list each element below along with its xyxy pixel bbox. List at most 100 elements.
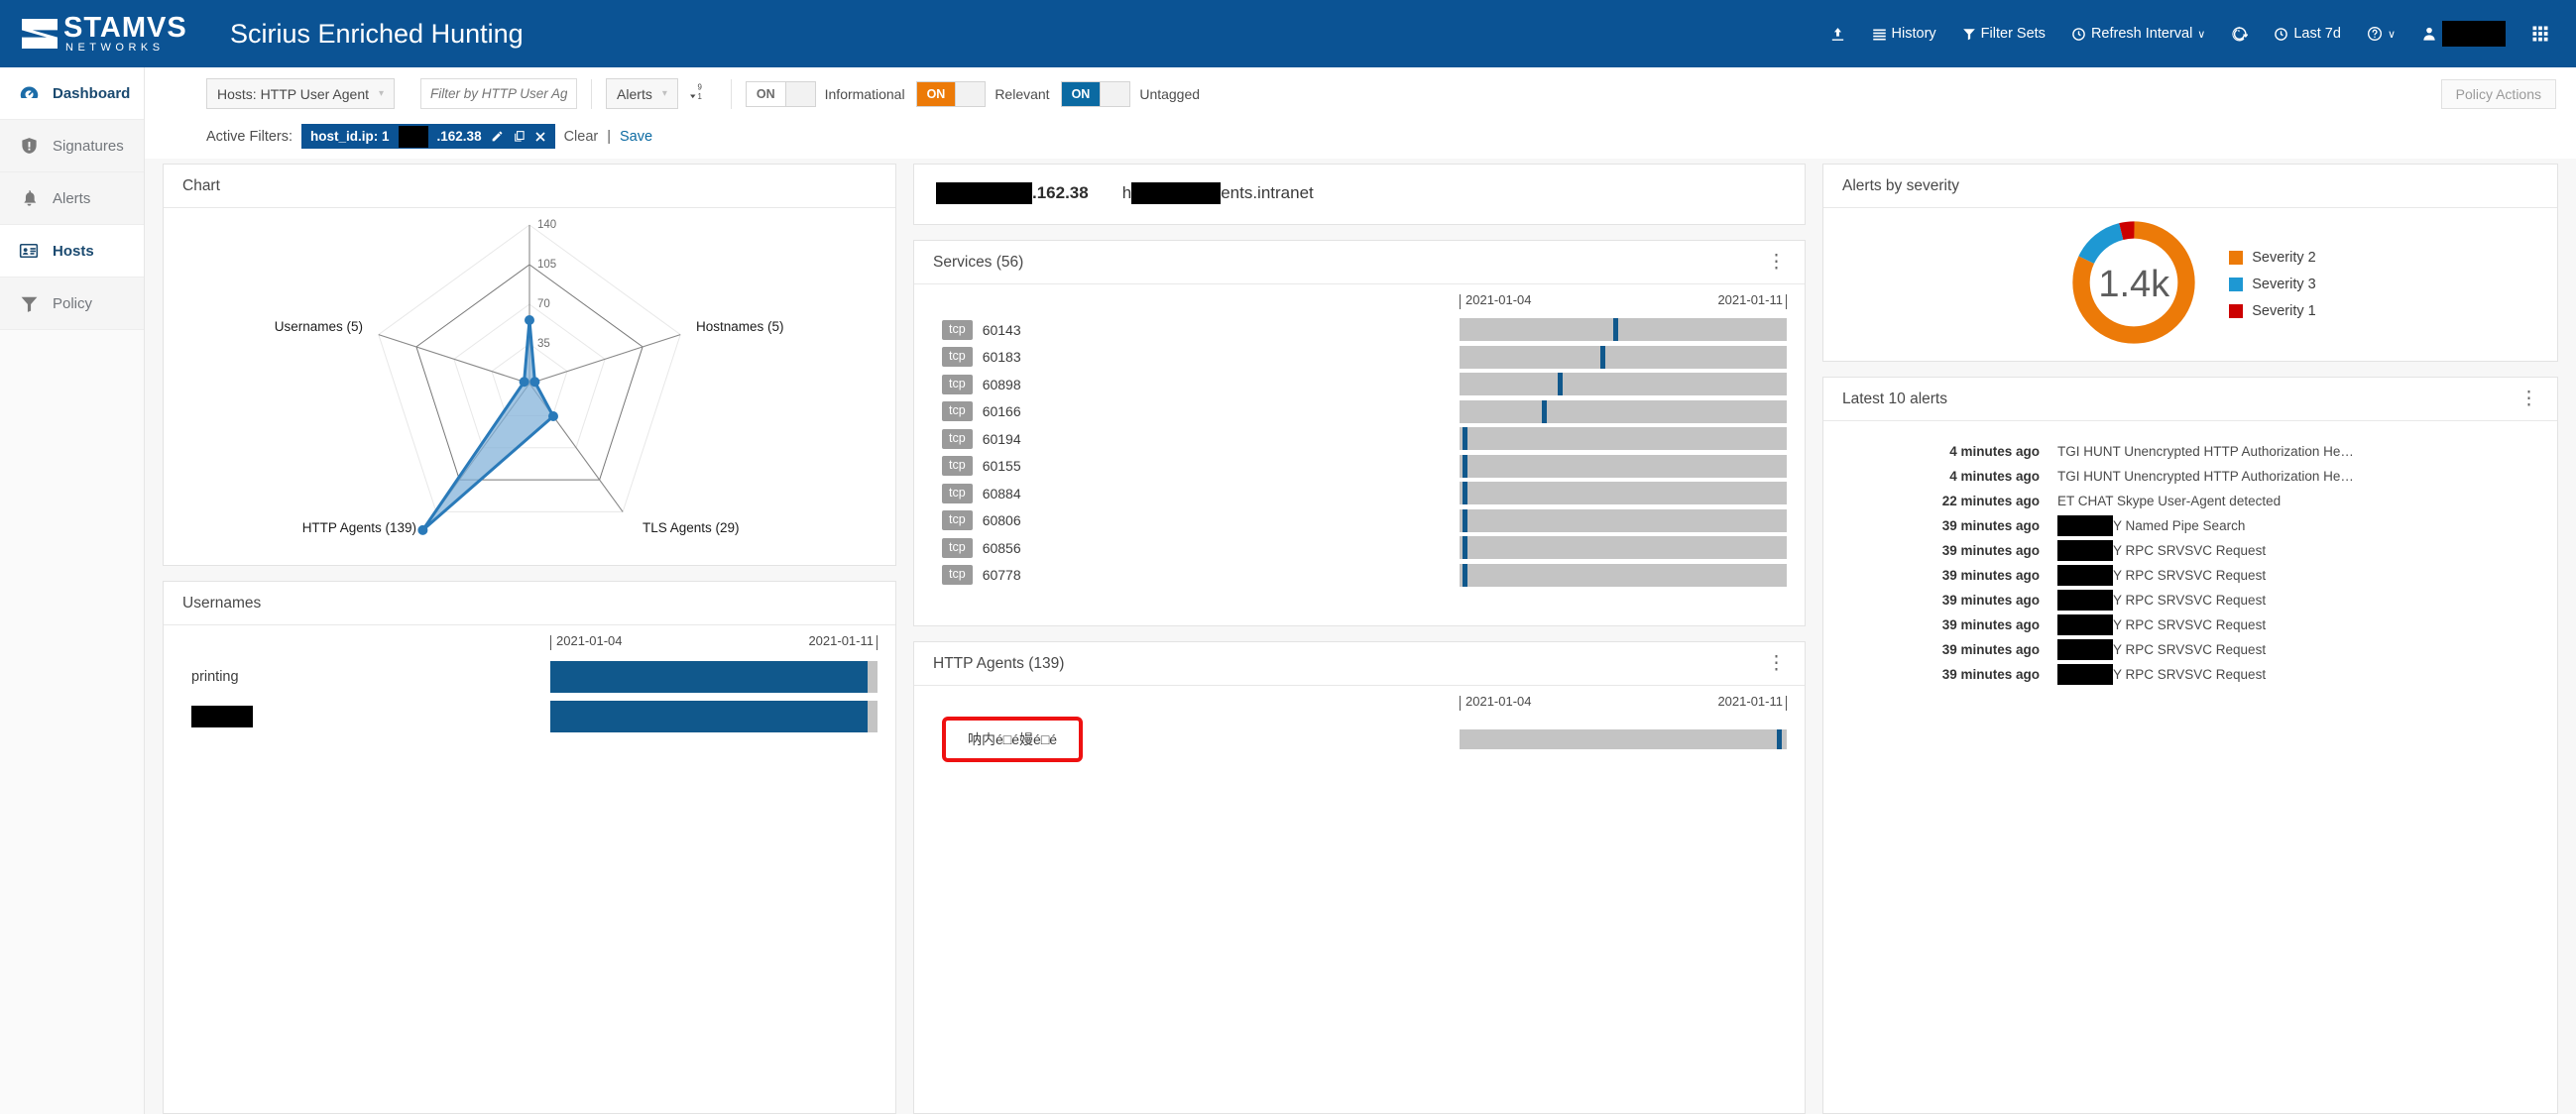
kebab-menu-icon[interactable]: ⋮	[2519, 389, 2538, 408]
severity-card-header: Alerts by severity	[1823, 165, 2557, 208]
table-row[interactable]: tcp 60143	[914, 316, 1805, 344]
list-item[interactable]: 4 minutes ago TGI HUNT Unencrypted HTTP A…	[1823, 439, 2557, 464]
filter-sets-button[interactable]: Filter Sets	[1949, 26, 2058, 42]
active-filters-label: Active Filters:	[206, 128, 293, 145]
list-item[interactable]: 39 minutes ago Y RPC SRVSVC Request	[1823, 637, 2557, 662]
app-title: Scirius Enriched Hunting	[230, 18, 524, 49]
policy-actions-button[interactable]: Policy Actions	[2440, 78, 2556, 109]
upload-icon	[1829, 26, 1846, 43]
sidebar-item-hosts[interactable]: Hosts	[0, 225, 144, 278]
sidebar-item-policy[interactable]: Policy	[0, 278, 144, 330]
list-item[interactable]: printing	[164, 657, 895, 697]
list-item[interactable]	[164, 697, 895, 736]
filter-input[interactable]	[420, 78, 578, 109]
table-row[interactable]: tcp 60884	[914, 480, 1805, 507]
list-item[interactable]: 4 minutes ago TGI HUNT Unencrypted HTTP A…	[1823, 464, 2557, 489]
list-item[interactable]: 39 minutes ago Y RPC SRVSVC Request	[1823, 538, 2557, 563]
protocol-badge: tcp	[942, 347, 973, 368]
table-row[interactable]: tcp 60806	[914, 507, 1805, 535]
refresh-interval-button[interactable]: Refresh Interval ∨	[2058, 26, 2218, 42]
sort-desc-icon[interactable]: 91	[678, 80, 717, 107]
table-row[interactable]: tcp 60194	[914, 425, 1805, 453]
http-agent-label: 呐内é□é嫚é□é	[968, 731, 1058, 747]
time-range-button[interactable]: Last 7d	[2261, 26, 2354, 42]
help-button[interactable]: ∨	[2354, 26, 2408, 42]
kebab-menu-icon[interactable]: ⋮	[1767, 653, 1786, 673]
sidebar-navigation: Dashboard Signatures Alerts Hosts Policy	[0, 67, 145, 1114]
legend-item-severity-1[interactable]: Severity 1	[2229, 303, 2316, 319]
untagged-toggle[interactable]: ON	[1060, 80, 1131, 107]
list-item[interactable]: 呐内é□é嫚é□é	[914, 717, 1805, 762]
alert-message: Y RPC SRVSVC Request	[2057, 639, 2266, 660]
refresh-button[interactable]	[2218, 26, 2261, 43]
upload-button[interactable]	[1816, 26, 1859, 43]
services-axis-start: 2021-01-04	[1465, 292, 1532, 307]
services-card-header: Services (56) ⋮	[914, 241, 1805, 284]
services-list: tcp 60143 tcp 60183 tcp 60898 tcp 60166 tcp 60194…	[914, 316, 1805, 589]
alert-timestamp: 4 minutes ago	[1949, 444, 2040, 459]
host-ip-redacted	[936, 182, 1032, 204]
http-agents-card-title: HTTP Agents (139)	[933, 654, 1065, 672]
list-item[interactable]: 39 minutes ago Y Named Pipe Search	[1823, 513, 2557, 538]
copy-icon[interactable]	[513, 130, 526, 143]
table-row[interactable]: tcp 60778	[914, 562, 1805, 590]
alert-message: TGI HUNT Unencrypted HTTP Authorization …	[2057, 444, 2354, 459]
sidebar-item-dashboard[interactable]: Dashboard	[0, 67, 144, 120]
http-agents-card: HTTP Agents (139) ⋮ 2021-01-04 2021-01-1…	[913, 641, 1806, 1114]
sidebar-item-alerts[interactable]: Alerts	[0, 172, 144, 225]
user-account-button[interactable]	[2408, 21, 2518, 47]
informational-toggle[interactable]: ON	[745, 80, 816, 107]
legend-item-severity-3[interactable]: Severity 3	[2229, 277, 2316, 292]
radar-axis-label-usernames: Usernames (5)	[275, 319, 363, 334]
list-item[interactable]: 39 minutes ago Y RPC SRVSVC Request	[1823, 588, 2557, 613]
edit-icon[interactable]	[491, 130, 504, 143]
radar-chart-svg: 140 105 70 35 Services (56) Hostnames (5…	[275, 219, 784, 535]
bar-marker	[1558, 373, 1563, 396]
table-row[interactable]: tcp 60166	[914, 398, 1805, 426]
untagged-label: Untagged	[1139, 85, 1201, 102]
scope-select[interactable]: Hosts: HTTP User Agent ▾	[206, 78, 396, 109]
save-filters-link[interactable]: Save	[620, 129, 652, 145]
kebab-menu-icon[interactable]: ⋮	[1767, 252, 1786, 272]
list-item[interactable]: 39 minutes ago Y RPC SRVSVC Request	[1823, 662, 2557, 687]
type-select[interactable]: Alerts ▾	[606, 78, 678, 109]
clear-filters-link[interactable]: Clear	[564, 129, 599, 145]
filter-sets-label: Filter Sets	[1980, 26, 2046, 42]
idcard-icon	[18, 241, 40, 261]
filter-chip-host-ip[interactable]: host_id.ip: 1 .162.38	[301, 124, 555, 149]
chevron-down-icon: ∨	[2197, 28, 2206, 41]
alert-timestamp: 22 minutes ago	[1941, 494, 2040, 508]
list-item[interactable]: 39 minutes ago Y RPC SRVSVC Request	[1823, 563, 2557, 588]
table-row[interactable]: tcp 60183	[914, 344, 1805, 372]
table-row[interactable]: tcp 60856	[914, 534, 1805, 562]
table-row[interactable]: tcp 60898	[914, 371, 1805, 398]
legend-item-severity-2[interactable]: Severity 2	[2229, 250, 2316, 266]
legend-swatch	[2229, 278, 2244, 291]
username-timeline-bar	[550, 661, 878, 693]
latest-alerts-card-title: Latest 10 alerts	[1842, 390, 1947, 407]
usernames-axis-start: 2021-01-04	[556, 633, 623, 648]
alert-timestamp: 39 minutes ago	[1941, 518, 2040, 533]
list-item[interactable]: 22 minutes ago ET CHAT Skype User-Agent d…	[1823, 489, 2557, 513]
close-icon[interactable]	[534, 131, 546, 143]
brand-logo[interactable]: STAMVS NETWORKS	[0, 14, 210, 54]
highlighted-agent-box[interactable]: 呐内é□é嫚é□é	[942, 717, 1084, 762]
main-content: Hosts: HTTP User Agent ▾ Alerts ▾ 91 ON …	[145, 67, 2576, 1114]
alert-timestamp: 4 minutes ago	[1949, 469, 2040, 484]
service-timeline-bar	[1460, 399, 1787, 423]
legend-swatch	[2229, 304, 2244, 318]
sidebar-item-label: Policy	[53, 294, 93, 312]
list-item[interactable]: 39 minutes ago Y RPC SRVSVC Request	[1823, 613, 2557, 637]
alert-message: Y RPC SRVSVC Request	[2057, 590, 2266, 611]
services-card-title: Services (56)	[933, 253, 1024, 271]
table-row[interactable]: tcp 60155	[914, 453, 1805, 481]
sidebar-item-signatures[interactable]: Signatures	[0, 120, 144, 172]
toggle-state: ON	[746, 81, 785, 106]
service-port: 60898	[982, 376, 1021, 392]
relevant-toggle[interactable]: ON	[915, 80, 987, 107]
history-button[interactable]: History	[1859, 26, 1949, 42]
chevron-down-icon: ▾	[661, 88, 667, 99]
app-launcher-button[interactable]	[2518, 25, 2562, 43]
severity-card: Alerts by severity 1.4k Severity 2 Sever…	[1822, 164, 2558, 362]
usernames-axis-end: 2021-01-11	[808, 633, 874, 648]
